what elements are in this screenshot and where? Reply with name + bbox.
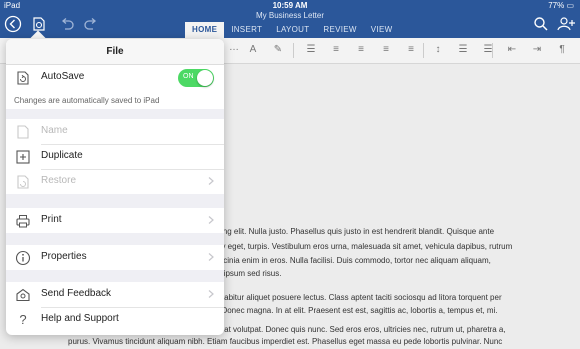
duplicate-item[interactable]: Duplicate [6, 144, 224, 169]
increase-indent-icon[interactable]: ⇥ [531, 44, 543, 56]
doc-line: lacinia enim in eros. Nulla facilisi. Du… [217, 256, 491, 265]
app-header: iPad 10:59 AM 77% ▭ My Business Letter H… [0, 0, 580, 38]
tab-home[interactable]: HOME [185, 22, 225, 38]
paragraph-mark-icon[interactable]: ¶ [556, 44, 568, 56]
chevron-right-icon [208, 290, 214, 298]
name-label: Name [41, 125, 68, 136]
more-font-options-icon[interactable]: … [228, 42, 240, 54]
ribbon-tabs: HOME INSERT LAYOUT REVIEW VIEW [185, 22, 399, 38]
restore-icon [15, 174, 31, 190]
highlight-icon[interactable]: ✎ [272, 44, 284, 56]
clock: 10:59 AM [272, 1, 308, 10]
properties-label: Properties [41, 251, 87, 262]
feedback-icon [15, 287, 31, 303]
print-item[interactable]: Print [6, 208, 224, 233]
autosave-note: Changes are automatically saved to iPad [14, 96, 160, 105]
properties-item[interactable]: Properties [6, 245, 224, 270]
tab-review[interactable]: REVIEW [316, 22, 363, 38]
doc-line: . Donec magna. In at elit. Praesent est … [217, 306, 498, 315]
font-color-icon[interactable]: A [247, 44, 259, 56]
search-icon[interactable] [532, 15, 550, 33]
align-left-icon[interactable]: ≡ [330, 44, 342, 56]
doc-line: cing elit. Nulla justo. Phasellus quis j… [217, 227, 495, 236]
duplicate-label: Duplicate [41, 150, 83, 161]
chevron-right-icon [208, 177, 214, 185]
redo-icon[interactable] [82, 15, 100, 33]
file-panel-title: File [6, 39, 224, 65]
undo-icon[interactable] [58, 15, 76, 33]
file-panel: File AutoSave ON Changes are automatical… [6, 39, 224, 335]
rename-icon [15, 124, 31, 140]
line-spacing-icon[interactable]: ↕ [432, 44, 444, 56]
file-menu-icon[interactable] [30, 15, 48, 33]
duplicate-icon [15, 149, 31, 165]
battery-indicator: 77% ▭ [548, 1, 574, 10]
send-feedback-item[interactable]: Send Feedback [6, 282, 224, 307]
restore-label: Restore [41, 175, 77, 186]
help-label: Help and Support [41, 313, 119, 324]
align-right-icon[interactable]: ≡ [380, 44, 392, 56]
chevron-right-icon [208, 253, 214, 261]
doc-line: erat volutpat. Donec quis nunc. Sed eros… [217, 325, 506, 334]
toggle-knob [197, 70, 213, 86]
print-label: Print [41, 214, 62, 225]
toggle-state-label: ON [183, 73, 194, 80]
justify-icon[interactable]: ≡ [405, 44, 417, 56]
chevron-right-icon [208, 216, 214, 224]
bullets-icon[interactable]: ☰ [305, 44, 317, 56]
doc-line: n ipsum sed risus. [217, 269, 282, 278]
restore-item: Restore [6, 169, 224, 194]
doc-line: ny eget, turpis. Vestibulum eros urna, m… [217, 242, 513, 251]
name-item: Name [6, 119, 224, 144]
tab-layout[interactable]: LAYOUT [269, 22, 316, 38]
doc-line: purus. Vivamus tincidunt aliquam nibh. E… [68, 337, 503, 346]
doc-line: urabitur aliquet posuere lectus. Class a… [217, 293, 502, 302]
question-mark-icon: ? [19, 312, 27, 327]
tab-view[interactable]: VIEW [364, 22, 400, 38]
autosave-icon [15, 70, 31, 86]
send-feedback-label: Send Feedback [41, 288, 112, 299]
autosave-row: AutoSave ON [6, 65, 224, 90]
numbering-icon[interactable]: ☰ [457, 44, 469, 56]
align-center-icon[interactable]: ≡ [355, 44, 367, 56]
back-icon[interactable] [4, 15, 22, 33]
autosave-toggle[interactable]: ON [178, 69, 214, 87]
help-support-item[interactable]: ? Help and Support [6, 307, 224, 332]
tab-insert[interactable]: INSERT [224, 22, 269, 38]
autosave-label: AutoSave [41, 71, 85, 82]
decrease-indent-icon[interactable]: ⇤ [506, 44, 518, 56]
printer-icon [15, 213, 31, 229]
info-icon [15, 250, 31, 266]
share-add-person-icon[interactable] [556, 15, 575, 33]
